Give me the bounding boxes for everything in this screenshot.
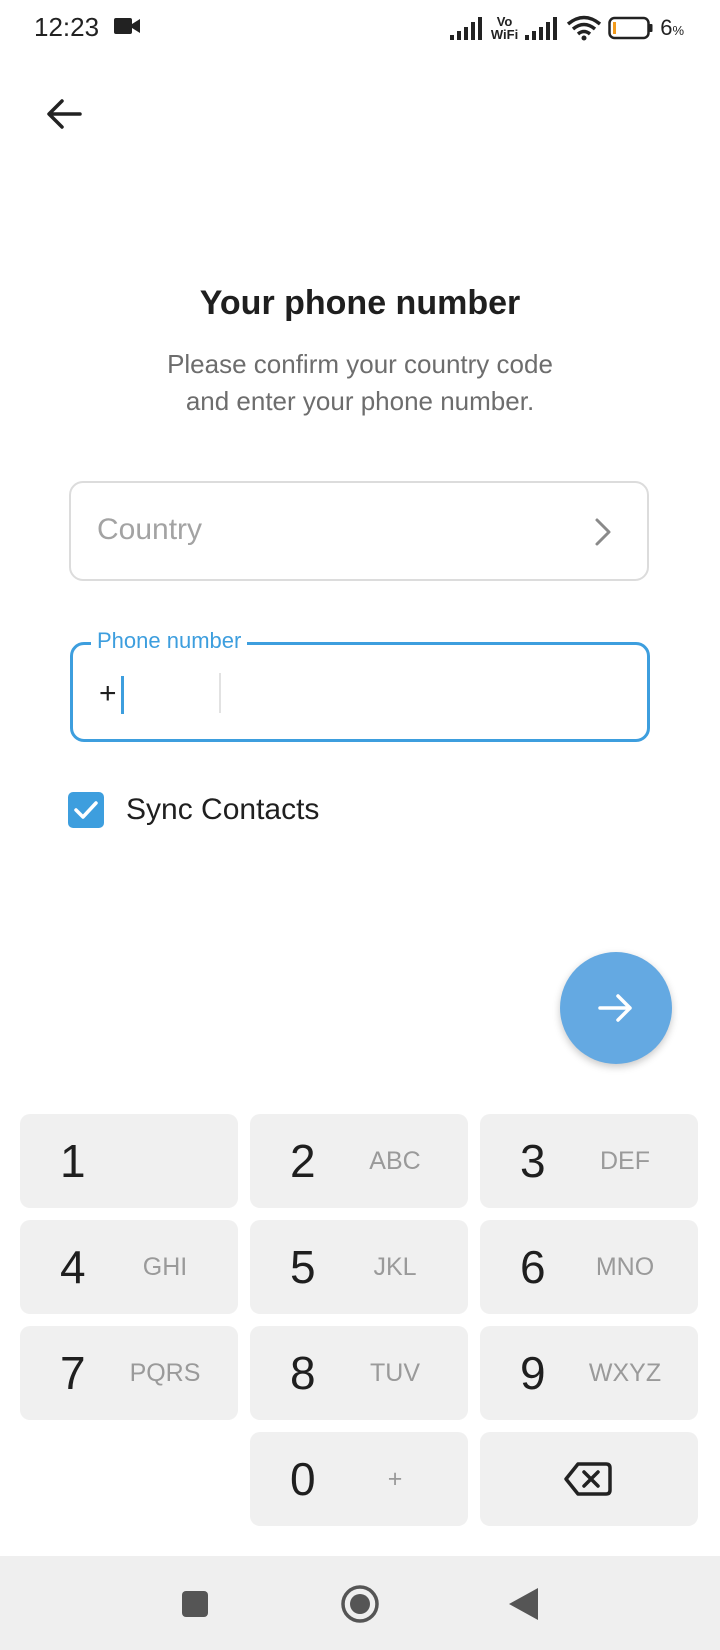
arrow-right-icon xyxy=(598,994,632,1022)
subtitle-line-2: and enter your phone number. xyxy=(185,386,535,416)
wifi-icon xyxy=(567,15,602,41)
checkmark-icon xyxy=(74,801,98,819)
battery-icon xyxy=(608,16,653,40)
status-time: 12:23 xyxy=(34,12,100,42)
backspace-icon xyxy=(564,1462,612,1496)
phone-number-label: Phone number xyxy=(91,628,248,654)
key-digit: 9 xyxy=(520,1347,546,1399)
key-digit: 3 xyxy=(520,1135,546,1187)
recents-button[interactable] xyxy=(172,1581,218,1627)
key-digit: 7 xyxy=(60,1347,86,1399)
country-selector[interactable]: Country xyxy=(69,481,649,581)
backspace-key[interactable] xyxy=(480,1432,698,1526)
key-letters: MNO xyxy=(595,1253,655,1281)
key-7[interactable]: 7 PQRS xyxy=(20,1326,238,1420)
key-letters: ABC xyxy=(369,1147,421,1175)
key-digit: 8 xyxy=(290,1347,316,1399)
vowifi-icon: Vo WiFi xyxy=(491,15,518,41)
code-divider xyxy=(219,673,221,713)
key-digit: 0 xyxy=(290,1453,316,1505)
back-button[interactable] xyxy=(34,84,94,144)
phone-login-screen: 12:23 Vo WiFi 6% Your phone number Pleas… xyxy=(0,0,720,1650)
back-triangle-icon xyxy=(509,1588,538,1620)
phone-number-field[interactable]: Phone number + xyxy=(70,628,650,742)
sync-contacts-toggle[interactable]: Sync Contacts xyxy=(68,790,319,830)
key-letters: + xyxy=(387,1465,403,1493)
key-letters: PQRS xyxy=(129,1359,201,1387)
key-digit: 1 xyxy=(60,1135,86,1187)
next-button[interactable] xyxy=(560,952,672,1064)
vowifi-bottom: WiFi xyxy=(490,27,519,42)
recents-square-icon xyxy=(182,1591,208,1617)
chevron-right-icon xyxy=(595,518,611,546)
sync-contacts-label: Sync Contacts xyxy=(126,793,320,826)
status-bar: 12:23 Vo WiFi 6% xyxy=(0,0,720,56)
key-5[interactable]: 5 JKL xyxy=(250,1220,468,1314)
arrow-left-icon xyxy=(47,99,82,129)
key-6[interactable]: 6 MNO xyxy=(480,1220,698,1314)
battery-percent: 6% xyxy=(660,15,684,40)
key-letters: DEF xyxy=(600,1147,650,1175)
key-3[interactable]: 3 DEF xyxy=(480,1114,698,1208)
country-placeholder: Country xyxy=(97,513,203,546)
subtitle-line-1: Please confirm your country code xyxy=(167,349,553,379)
key-9[interactable]: 9 WXYZ xyxy=(480,1326,698,1420)
key-digit: 2 xyxy=(290,1135,316,1187)
key-letters: GHI xyxy=(142,1253,188,1281)
status-icons: Vo WiFi 6% xyxy=(449,10,684,46)
text-caret xyxy=(121,676,124,714)
system-nav-bar xyxy=(0,1556,720,1650)
sync-contacts-checkbox[interactable] xyxy=(68,792,104,828)
phone-number-input[interactable] xyxy=(233,665,627,723)
key-2[interactable]: 2 ABC xyxy=(250,1114,468,1208)
key-digit: 5 xyxy=(290,1241,316,1293)
signal-icon xyxy=(449,17,482,40)
key-digit: 6 xyxy=(520,1241,546,1293)
video-icon xyxy=(113,16,141,41)
page-subtitle: Please confirm your country code and ent… xyxy=(110,346,610,420)
signal-icon xyxy=(525,17,558,40)
key-4[interactable]: 4 GHI xyxy=(20,1220,238,1314)
key-1[interactable]: 1 xyxy=(20,1114,238,1208)
home-circle-icon xyxy=(341,1585,379,1623)
country-code-prefix: + xyxy=(99,677,117,710)
key-letters: TUV xyxy=(370,1359,420,1387)
key-digit: 4 xyxy=(60,1241,86,1293)
page-title: Your phone number xyxy=(199,284,521,322)
key-letters: WXYZ xyxy=(588,1359,662,1387)
nav-back-button[interactable] xyxy=(500,1581,546,1627)
home-button[interactable] xyxy=(337,1581,383,1627)
key-0[interactable]: 0 + xyxy=(250,1432,468,1526)
key-letters: JKL xyxy=(373,1253,417,1281)
key-8[interactable]: 8 TUV xyxy=(250,1326,468,1420)
